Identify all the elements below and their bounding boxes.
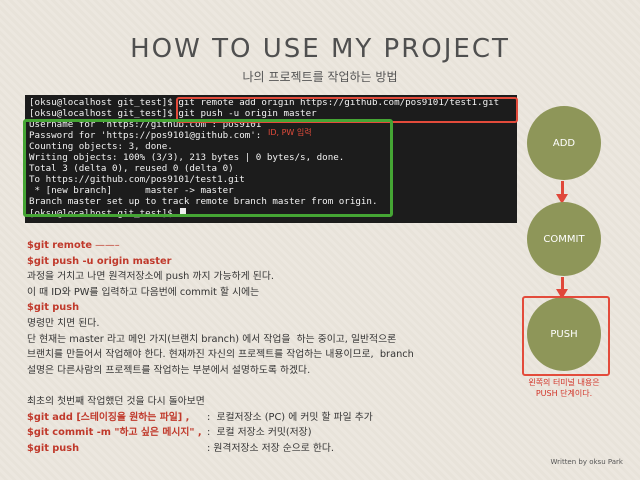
paragraph-line: 이 때 ID와 PW를 입력하고 다음번에 commit 할 시에는 (27, 286, 260, 298)
push-note-line1: 왼쪽의 터미널 내용은 (528, 378, 600, 387)
paragraph-line: 과정을 거치고 나면 원격저장소에 push 까지 가능하게 된다. (27, 271, 274, 283)
command-description: : 로컬 저장소 커밋(저장) (207, 427, 312, 439)
id-pw-annotation: ID, PW 입력 (268, 128, 312, 137)
flow-step-commit: COMMIT (527, 202, 601, 276)
command-git-push-u: $git push -u origin master (27, 255, 172, 267)
flow-step-add: ADD (527, 106, 601, 180)
command-git-push: $git push (27, 302, 80, 314)
page-subtitle: 나의 프로젝트를 작업하는 방법 (242, 70, 398, 84)
paragraph-line: 명령만 치면 된다. (27, 317, 100, 329)
output-highlight-box (23, 119, 393, 217)
paragraph-line: 브랜치를 만들어서 작업해야 한다. 현재까진 자신의 프로젝트를 작업하는 내… (27, 349, 414, 361)
push-note-line2: PUSH 단계이다. (535, 389, 593, 398)
dash-mark: ——– (92, 240, 120, 251)
author-credit: Written by oksu Park (550, 458, 623, 466)
command-git-push-final: $git push (27, 442, 80, 454)
push-highlight-box (522, 296, 610, 376)
page-title: HOW TO USE MY PROJECT (130, 34, 510, 64)
command-description: : 로컬저장소 (PC) 에 커밋 할 파일 추가 (207, 411, 373, 423)
command-description: : 원격저장소 저장 순으로 한다. (207, 442, 335, 454)
command-git-remote: $git remote (27, 240, 93, 251)
paragraph-line: 설명은 다른사람의 프로젝트를 작업하는 부분에서 설명하도록 하겠다. (27, 364, 311, 376)
command-git-add: $git add [스테이징을 원하는 파일] , (27, 411, 190, 423)
paragraph-line: 단 현재는 master 라고 메인 가지(브랜치 branch) 에서 작업을… (27, 333, 397, 345)
command-git-commit: $git commit -m "하고 싶은 메시지" , (27, 427, 202, 439)
paragraph-line: 최초의 첫번째 작업했던 것을 다시 돌아보면 (27, 395, 205, 407)
explanation-text: $git remote ——– $git push -u origin mast… (27, 238, 497, 456)
